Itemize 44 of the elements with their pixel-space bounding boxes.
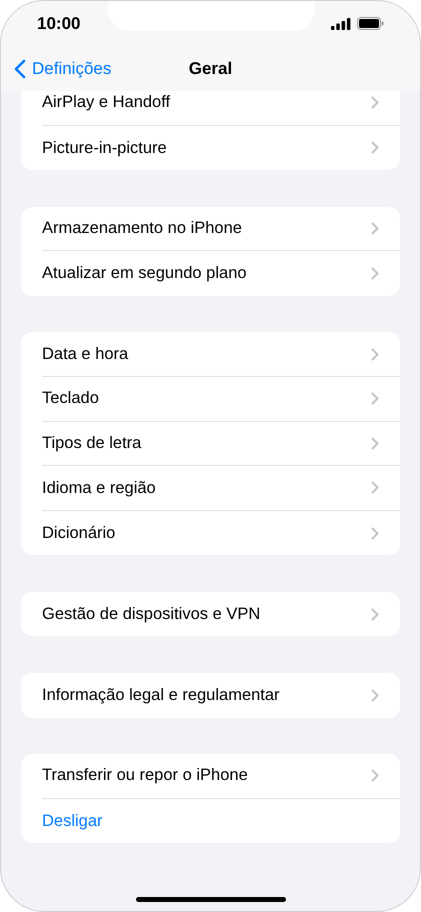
settings-row[interactable]: Tipos de letra	[21, 422, 400, 466]
chevron-icon	[371, 96, 379, 110]
settings-row[interactable]: Atualizar em segundo plano	[21, 251, 400, 296]
chevron-icon	[371, 688, 379, 702]
settings-row[interactable]: Armazenamento no iPhone	[21, 206, 400, 252]
back-chevron-icon	[14, 58, 26, 78]
settings-row[interactable]: Gestão de dispositivos e VPN	[21, 592, 400, 636]
signal-icon	[331, 18, 351, 30]
row-label: Armazenamento no iPhone	[42, 218, 242, 240]
row-label: Idioma e região	[42, 478, 156, 499]
row-label: Atualizar em segundo plano	[42, 263, 247, 284]
settings-row[interactable]: Informação legal e regulamentar	[21, 672, 400, 718]
row-label: Gestão de dispositivos e VPN	[42, 604, 260, 625]
row-label: Informação legal e regulamentar	[42, 684, 280, 706]
chevron-icon	[371, 222, 379, 235]
settings-row[interactable]: Teclado	[21, 376, 400, 422]
chevron-icon	[371, 769, 379, 782]
settings-row[interactable]: Desligar	[21, 798, 400, 844]
battery-icon	[357, 17, 384, 30]
settings-row[interactable]: Data e hora	[21, 332, 400, 377]
row-label: Data e hora	[42, 344, 128, 365]
row-label: Desligar	[42, 810, 103, 832]
chevron-icon	[371, 392, 379, 406]
settings-row[interactable]: Idioma e região	[21, 466, 400, 511]
settings-row[interactable]: Picture-in-picture	[21, 126, 400, 170]
row-label: Tipos de letra	[42, 432, 142, 454]
chevron-icon	[371, 141, 379, 154]
chevron-icon	[371, 608, 379, 621]
settings-row[interactable]: Dicionário	[21, 510, 400, 556]
row-label: Teclado	[42, 388, 99, 410]
chevron-icon	[371, 481, 379, 494]
row-label: Dicionário	[42, 522, 116, 544]
back-button[interactable]: Definições	[1, 56, 112, 82]
settings-row[interactable]: Transferir ou repor o iPhone	[21, 754, 400, 799]
chevron-icon	[371, 267, 379, 280]
row-label: Picture-in-picture	[42, 138, 167, 159]
row-label: AirPlay e Handoff	[42, 92, 170, 114]
chevron-icon	[371, 526, 379, 540]
chevron-icon	[371, 348, 379, 361]
status-time: 10:00	[37, 12, 80, 35]
settings-row[interactable]: AirPlay e Handoff	[21, 91, 400, 126]
row-label: Transferir ou repor o iPhone	[42, 765, 248, 786]
chevron-icon	[371, 436, 379, 450]
page-title: Geral	[188, 58, 232, 80]
